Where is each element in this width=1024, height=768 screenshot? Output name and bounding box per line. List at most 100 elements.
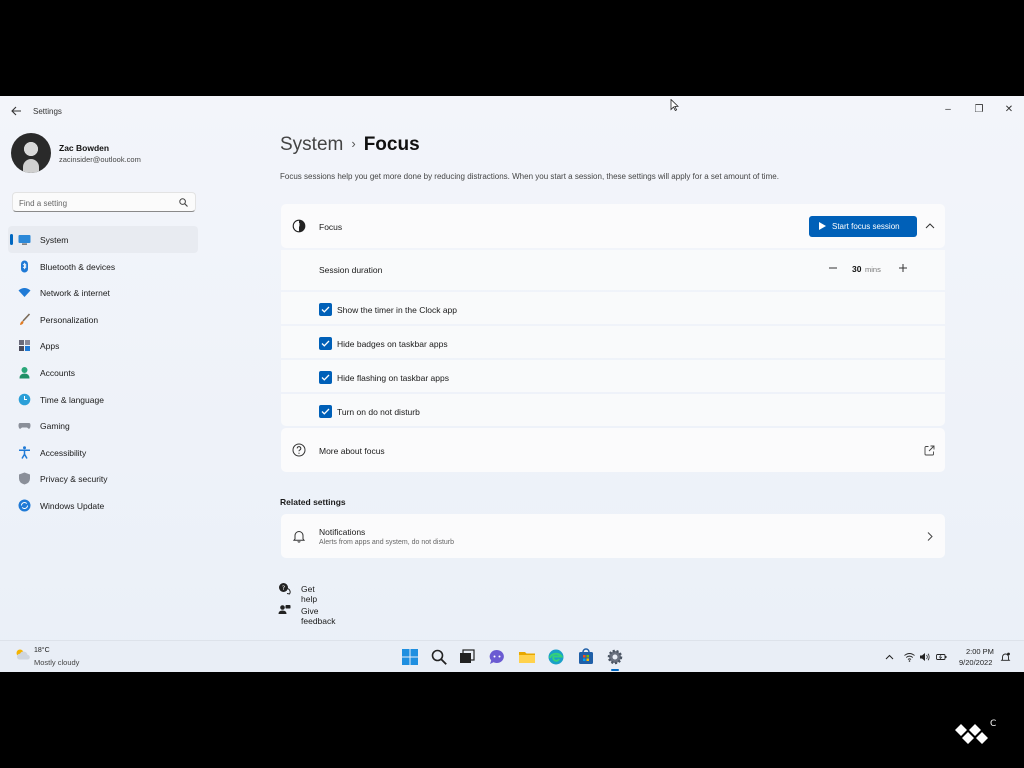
store-icon[interactable] bbox=[577, 648, 595, 666]
help-circle-icon bbox=[292, 443, 306, 457]
start-focus-session-button[interactable]: Start focus session bbox=[809, 216, 917, 237]
sidebar-item-windows-update[interactable]: Windows Update bbox=[8, 492, 198, 519]
close-button[interactable]: ✕ bbox=[996, 100, 1022, 120]
increase-duration-button[interactable] bbox=[895, 261, 911, 275]
shield-icon bbox=[19, 472, 30, 485]
task-view-icon[interactable] bbox=[458, 648, 476, 666]
more-about-focus-link[interactable]: More about focus bbox=[281, 428, 945, 472]
update-icon bbox=[18, 499, 31, 512]
minimize-button[interactable]: – bbox=[935, 100, 961, 120]
sidebar-item-time-language[interactable]: Time & language bbox=[8, 386, 198, 413]
title-bar: Settings – ❐ ✕ bbox=[0, 96, 1024, 128]
restore-button[interactable]: ❐ bbox=[966, 100, 992, 120]
watermark-logo: C bbox=[955, 719, 996, 744]
search-box[interactable] bbox=[12, 192, 196, 212]
partly-cloudy-icon[interactable] bbox=[14, 647, 32, 661]
wifi-tray-icon[interactable] bbox=[904, 652, 915, 662]
get-help-label: Get help bbox=[301, 584, 318, 604]
notifications-title: Notifications bbox=[319, 527, 366, 537]
volume-icon[interactable] bbox=[919, 652, 930, 662]
start-focus-session-label: Start focus session bbox=[832, 222, 900, 231]
checkbox-hide-badges[interactable] bbox=[319, 337, 332, 350]
checkbox-hide-flashing[interactable] bbox=[319, 371, 332, 384]
letterbox-bottom bbox=[0, 672, 1024, 768]
sidebar-item-label: System bbox=[40, 235, 69, 245]
sidebar-item-system[interactable]: System bbox=[8, 226, 198, 253]
sidebar-item-label: Windows Update bbox=[40, 500, 105, 511]
weather-temperature: 18°C bbox=[34, 647, 50, 654]
system-icon bbox=[18, 235, 31, 245]
notifications-subtitle: Alerts from apps and system, do not dist… bbox=[319, 539, 455, 546]
external-link-icon bbox=[924, 445, 935, 456]
svg-text:?: ? bbox=[282, 584, 285, 592]
battery-icon[interactable] bbox=[936, 652, 947, 662]
sidebar-item-label: Privacy & security bbox=[40, 474, 108, 485]
plus-icon bbox=[899, 264, 907, 272]
option-row[interactable]: Show the timer in the Clock app bbox=[281, 292, 945, 324]
collapse-button[interactable] bbox=[921, 216, 939, 236]
clock-date[interactable]: 9/20/2022 bbox=[959, 658, 992, 667]
checkbox-show-timer[interactable] bbox=[319, 303, 332, 316]
profile-email: zacinsider@outlook.com bbox=[59, 155, 141, 164]
settings-window: Settings – ❐ ✕ Zac Bowden zacinsider@out… bbox=[0, 96, 1024, 672]
sidebar-item-label: Accounts bbox=[40, 367, 75, 378]
related-settings-heading: Related settings bbox=[280, 497, 346, 507]
sidebar-item-label: Time & language bbox=[40, 394, 104, 405]
file-explorer-icon[interactable] bbox=[518, 648, 536, 666]
option-row[interactable]: Hide flashing on taskbar apps bbox=[281, 360, 945, 392]
brush-icon bbox=[20, 313, 31, 325]
option-row[interactable]: Turn on do not disturb bbox=[281, 394, 945, 426]
checkbox-do-not-disturb[interactable] bbox=[319, 405, 332, 418]
sidebar-item-accounts[interactable]: Accounts bbox=[8, 359, 198, 386]
help-chat-icon: ? bbox=[279, 583, 291, 595]
sidebar-item-network[interactable]: Network & internet bbox=[8, 279, 198, 306]
chat-icon[interactable] bbox=[488, 648, 506, 666]
play-icon bbox=[819, 222, 826, 230]
breadcrumb: System › Focus bbox=[280, 134, 420, 160]
checkmark-icon bbox=[321, 408, 330, 415]
give-feedback-label: Give feedback bbox=[301, 606, 336, 626]
back-arrow-icon[interactable] bbox=[8, 106, 24, 118]
controller-icon bbox=[18, 423, 31, 430]
svg-text:C: C bbox=[990, 719, 996, 729]
sidebar-item-label: Gaming bbox=[40, 421, 70, 432]
sidebar-item-label: Network & internet bbox=[40, 288, 110, 299]
notifications-link[interactable]: Notifications Alerts from apps and syste… bbox=[281, 514, 945, 558]
sidebar-item-apps[interactable]: Apps bbox=[8, 332, 198, 359]
mouse-cursor-icon bbox=[670, 99, 679, 111]
search-input[interactable] bbox=[19, 197, 169, 209]
checkmark-icon bbox=[321, 306, 330, 313]
taskbar-search-icon[interactable] bbox=[430, 648, 448, 666]
option-label: Show the timer in the Clock app bbox=[337, 305, 458, 315]
option-label: Hide badges on taskbar apps bbox=[337, 339, 448, 349]
wifi-icon bbox=[18, 288, 31, 298]
option-label: Hide flashing on taskbar apps bbox=[337, 373, 449, 383]
breadcrumb-parent[interactable]: System bbox=[280, 134, 343, 155]
sidebar-item-label: Personalization bbox=[40, 314, 99, 325]
breadcrumb-separator: › bbox=[351, 136, 356, 151]
weather-condition: Mostly cloudy bbox=[34, 658, 80, 667]
checkmark-icon bbox=[321, 340, 330, 347]
windows-start-icon[interactable] bbox=[401, 648, 419, 666]
notification-bell-icon[interactable] bbox=[1000, 652, 1011, 662]
duration-unit: mins bbox=[865, 265, 881, 274]
sidebar-item-personalization[interactable]: Personalization bbox=[8, 306, 198, 333]
sidebar-item-label: Accessibility bbox=[40, 447, 87, 458]
clock-time[interactable]: 2:00 PM bbox=[966, 647, 994, 656]
option-row[interactable]: Hide badges on taskbar apps bbox=[281, 326, 945, 358]
sidebar-item-privacy[interactable]: Privacy & security bbox=[8, 465, 198, 492]
sidebar-item-label: Apps bbox=[40, 341, 60, 352]
chevron-right-icon bbox=[927, 532, 933, 541]
sidebar-item-bluetooth[interactable]: Bluetooth & devices bbox=[8, 253, 198, 280]
session-duration-label: Session duration bbox=[319, 265, 383, 275]
decrease-duration-button[interactable] bbox=[825, 261, 841, 275]
chevron-up-tray-icon[interactable] bbox=[884, 652, 895, 662]
settings-taskbar-button[interactable] bbox=[606, 648, 624, 671]
sidebar-item-accessibility[interactable]: Accessibility bbox=[8, 439, 198, 466]
session-duration-row: Session duration 30 mins bbox=[281, 250, 945, 290]
sidebar-item-gaming[interactable]: Gaming bbox=[8, 412, 198, 439]
search-icon[interactable] bbox=[179, 198, 188, 207]
edge-icon[interactable] bbox=[547, 648, 565, 666]
globe-clock-icon bbox=[18, 393, 31, 405]
avatar[interactable] bbox=[11, 133, 51, 173]
